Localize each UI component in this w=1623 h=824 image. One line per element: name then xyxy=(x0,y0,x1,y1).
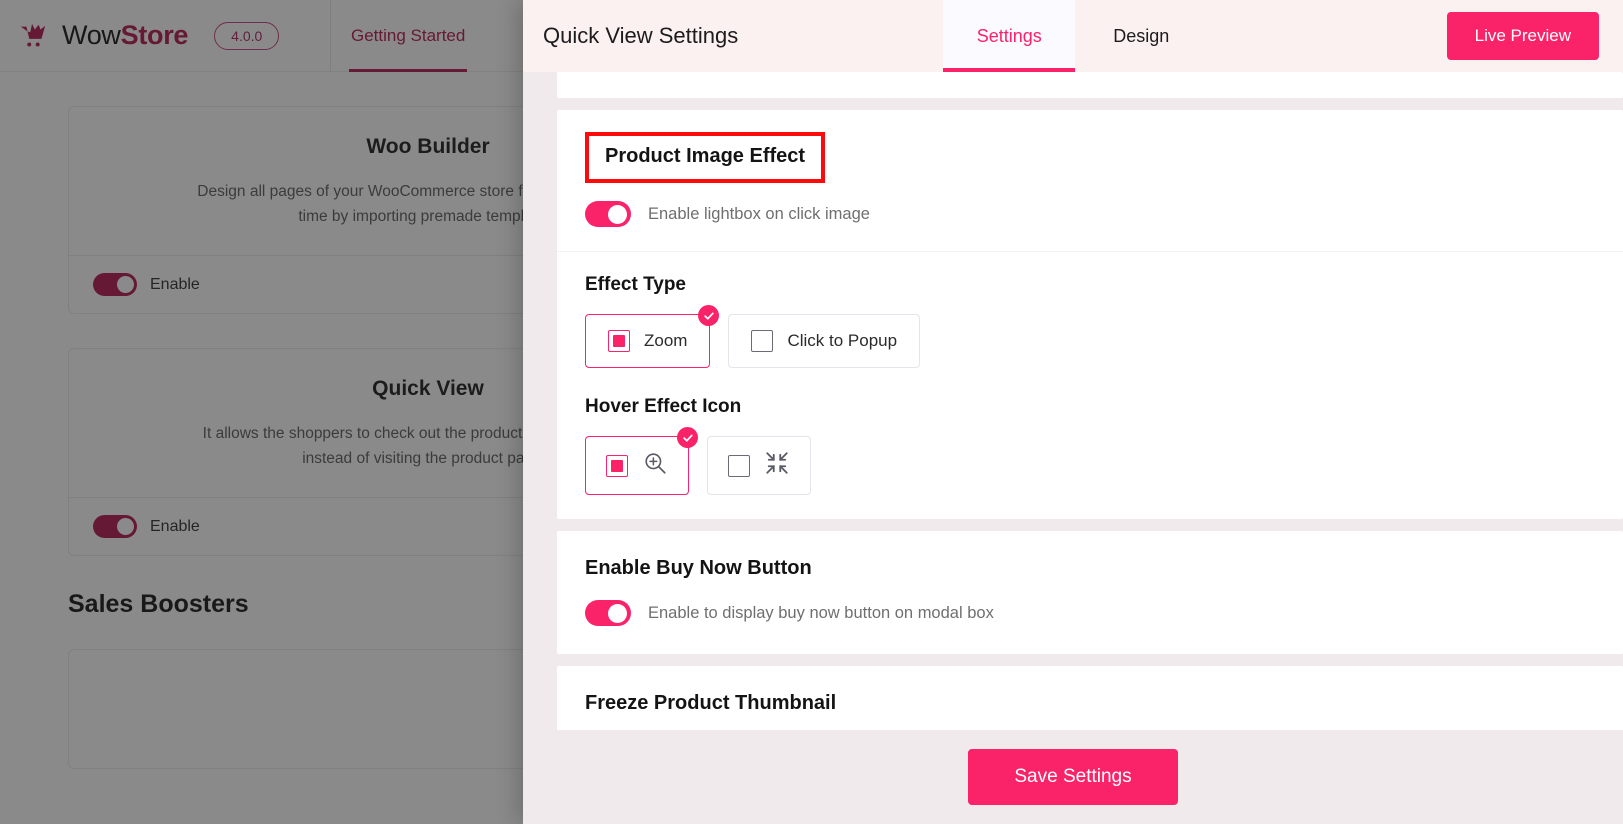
product-image-effect-header: Product Image Effect Enable lightbox on … xyxy=(557,110,1623,251)
lightbox-toggle[interactable] xyxy=(585,201,631,227)
freeze-thumbnail-content: Freeze Product Thumbnail Enable freeze t… xyxy=(557,666,1623,730)
hover-effect-icon-block: Hover Effect Icon xyxy=(557,392,1623,519)
magnifier-plus-icon xyxy=(642,450,668,481)
buy-now-toggle[interactable] xyxy=(585,600,631,626)
toggle-knob xyxy=(608,604,627,623)
panel-product-image-effect: Product Image Effect Enable lightbox on … xyxy=(557,110,1623,519)
effect-type-label: Effect Type xyxy=(585,274,1595,296)
panel-title-product-image-effect: Product Image Effect xyxy=(585,132,825,183)
effect-type-options: Zoom Click to Popup xyxy=(585,314,1595,368)
panel-buy-now-button: Enable Buy Now Button Enable to display … xyxy=(557,531,1623,654)
hover-icon-option-compress[interactable] xyxy=(707,436,811,495)
hover-effect-icon-options xyxy=(585,436,1595,495)
panel-clipped-above xyxy=(557,72,1623,98)
option-label: Click to Popup xyxy=(787,331,897,351)
modal-header: Quick View Settings Settings Design Live… xyxy=(523,0,1623,72)
buy-now-content: Enable Buy Now Button Enable to display … xyxy=(557,531,1623,654)
hover-effect-icon-label: Hover Effect Icon xyxy=(585,396,1595,418)
quick-view-settings-modal: Quick View Settings Settings Design Live… xyxy=(523,0,1623,824)
save-settings-button[interactable]: Save Settings xyxy=(968,749,1177,805)
selected-check-icon xyxy=(677,427,698,448)
checkbox-icon xyxy=(608,330,630,352)
tab-design[interactable]: Design xyxy=(1075,0,1207,72)
compress-arrows-icon xyxy=(764,450,790,481)
option-label: Zoom xyxy=(644,331,687,351)
checkbox-icon xyxy=(728,455,750,477)
modal-footer: Save Settings xyxy=(523,730,1623,824)
modal-title: Quick View Settings xyxy=(543,0,738,72)
lightbox-toggle-row[interactable]: Enable lightbox on click image xyxy=(585,201,1595,227)
buy-now-toggle-label: Enable to display buy now button on moda… xyxy=(648,604,994,623)
panel-title-freeze-thumbnail: Freeze Product Thumbnail xyxy=(585,692,1595,715)
buy-now-toggle-row[interactable]: Enable to display buy now button on moda… xyxy=(585,600,1595,626)
toggle-knob xyxy=(608,205,627,224)
effect-type-option-click-to-popup[interactable]: Click to Popup xyxy=(728,314,920,368)
modal-content[interactable]: Product Image Effect Enable lightbox on … xyxy=(523,72,1623,730)
panel-title-buy-now: Enable Buy Now Button xyxy=(585,557,1595,580)
checkbox-icon xyxy=(751,330,773,352)
selected-check-icon xyxy=(698,305,719,326)
tab-label: Design xyxy=(1113,26,1169,47)
modal-tabs: Settings Design xyxy=(943,0,1207,72)
hover-icon-option-magnifier[interactable] xyxy=(585,436,689,495)
tab-label: Settings xyxy=(977,26,1042,47)
live-preview-button[interactable]: Live Preview xyxy=(1447,12,1599,60)
effect-type-option-zoom[interactable]: Zoom xyxy=(585,314,710,368)
lightbox-toggle-label: Enable lightbox on click image xyxy=(648,205,870,224)
effect-type-block: Effect Type Zoom Click to Popup xyxy=(557,251,1623,392)
checkbox-icon xyxy=(606,455,628,477)
tab-settings[interactable]: Settings xyxy=(943,0,1075,72)
panel-freeze-product-thumbnail: Freeze Product Thumbnail Enable freeze t… xyxy=(557,666,1623,730)
